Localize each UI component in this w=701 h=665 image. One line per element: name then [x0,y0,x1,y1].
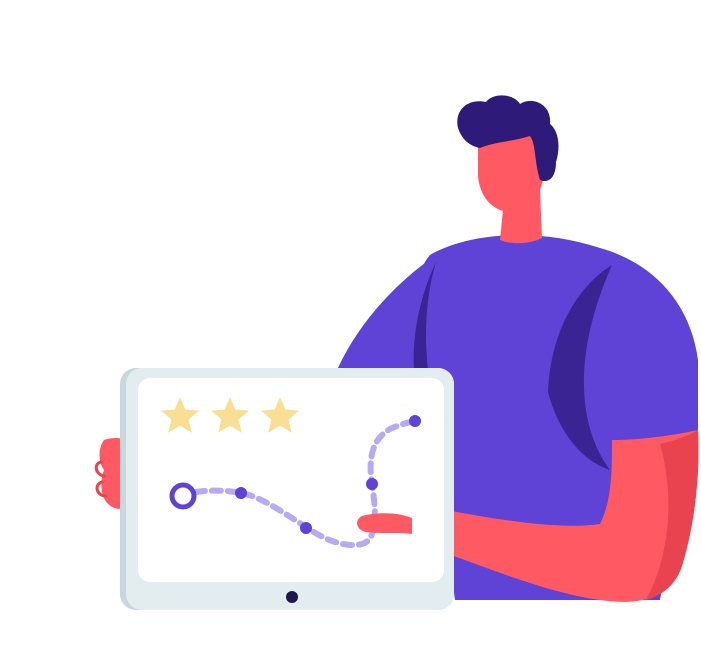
waypoint-icon [409,415,421,427]
waypoint-icon [300,522,312,534]
route-start-icon [169,482,197,510]
waypoint-icon [366,478,378,490]
tablet-home-button-icon [286,591,298,603]
tablet [120,368,454,610]
finger-on-screen [357,513,412,534]
person-holding-tablet-illustration [94,95,699,610]
waypoint-icon [235,487,247,499]
